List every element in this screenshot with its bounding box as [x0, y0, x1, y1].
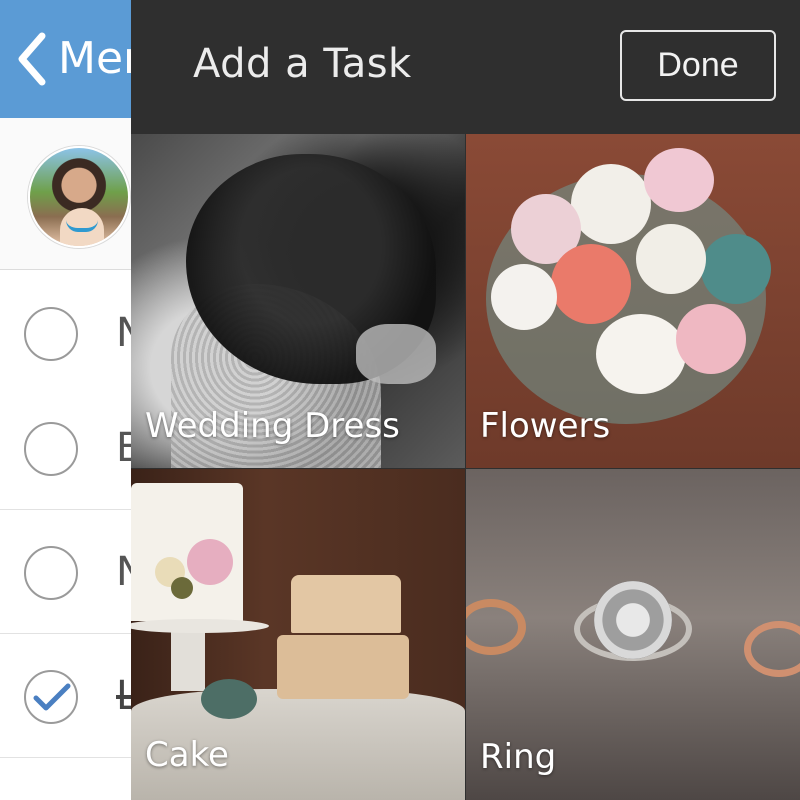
flower-pink [644, 148, 714, 212]
chevron-left-icon [18, 32, 46, 86]
task-checkbox-checked[interactable] [24, 670, 78, 724]
task-checkbox[interactable] [24, 307, 78, 361]
cake-plate-shape [131, 619, 269, 633]
cake-small-bottom-shape [277, 635, 409, 699]
ring-band-right [744, 621, 800, 677]
flower-white-left [491, 264, 557, 330]
add-task-panel: Add a Task Done Wedding Dress Flowers Ca… [131, 0, 800, 800]
add-task-header: Add a Task Done [131, 0, 800, 134]
dress-arm-shape [356, 324, 436, 384]
cake-flower-pink [187, 539, 233, 585]
flower-white [636, 224, 706, 294]
back-button[interactable]: Mer [14, 30, 141, 88]
panel-title: Add a Task [193, 41, 412, 87]
cake-succulent [171, 577, 193, 599]
cake-small-top-shape [291, 575, 401, 633]
ring-diamond [594, 581, 672, 659]
flower-pink-right [676, 304, 746, 374]
tile-label: Wedding Dress [145, 406, 400, 446]
checkmark-icon [33, 683, 71, 711]
cake-stand-shape [171, 631, 205, 691]
done-button[interactable]: Done [620, 30, 776, 101]
task-category-grid: Wedding Dress Flowers Cake Ring [131, 134, 800, 800]
task-checkbox[interactable] [24, 422, 78, 476]
tile-label: Flowers [480, 406, 611, 446]
task-checkbox[interactable] [24, 546, 78, 600]
cake-succulent-table [201, 679, 257, 719]
tile-cake[interactable]: Cake [131, 469, 465, 800]
tile-wedding-dress[interactable]: Wedding Dress [131, 134, 465, 468]
flower-coral [551, 244, 631, 324]
flower-white-center [596, 314, 686, 394]
avatar[interactable] [28, 146, 130, 248]
tile-label: Cake [145, 735, 229, 775]
tile-ring[interactable]: Ring [466, 469, 800, 800]
tile-flowers[interactable]: Flowers [466, 134, 800, 468]
ring-band-left [466, 599, 526, 655]
back-label: Mer [58, 33, 142, 84]
flower-peony-white [571, 164, 651, 244]
flower-succulent [701, 234, 771, 304]
tile-label: Ring [480, 737, 557, 777]
